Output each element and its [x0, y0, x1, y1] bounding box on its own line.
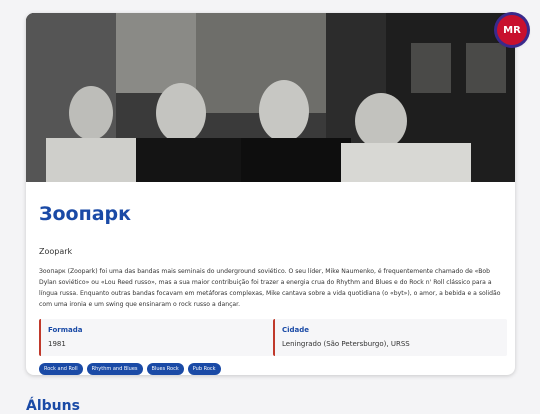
genre-tag[interactable]: Blues Rock	[146, 363, 184, 375]
info-box-formed: Formada 1981	[39, 319, 273, 356]
city-label: Cidade	[282, 326, 310, 334]
albums-heading: Álbuns	[26, 398, 80, 414]
band-alt-name: Zoopark	[39, 247, 73, 256]
genre-tag[interactable]: Rock and Roll	[39, 363, 83, 375]
band-description: Зоопарк (Zoopark) foi uma das bandas mai…	[39, 268, 501, 308]
band-photo	[26, 13, 515, 182]
formed-label: Formada	[48, 326, 83, 334]
genre-tag[interactable]: Rhythm and Blues	[86, 363, 143, 375]
formed-value: 1981	[48, 340, 66, 348]
page-title: Зоопарк	[39, 203, 132, 225]
site-logo[interactable]: MR	[497, 15, 527, 45]
genre-tags: Rock and Roll Rhythm and Blues Blues Roc…	[39, 363, 221, 375]
info-box-city: Cidade Leningrado (São Petersburgo), URS…	[273, 319, 507, 356]
city-value: Leningrado (São Petersburgo), URSS	[282, 340, 410, 348]
band-card: Зоопарк Zoopark Зоопарк (Zoopark) foi um…	[26, 13, 515, 375]
genre-tag[interactable]: Pub Rock	[187, 363, 221, 375]
